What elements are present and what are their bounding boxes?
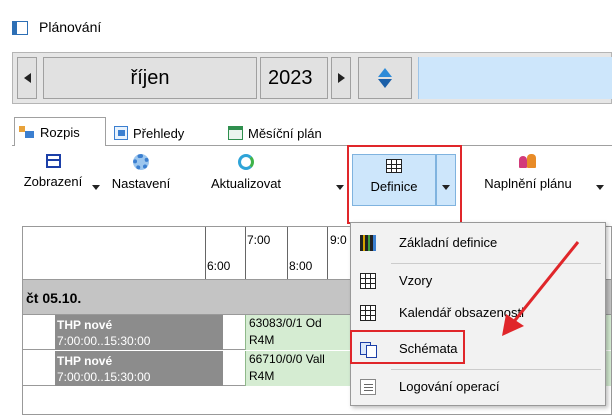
shift-cell[interactable]: THP nové 7:00:00..15:30:00 [55, 315, 223, 350]
shift-name: THP nové [57, 318, 113, 332]
highlight-box-schemata [350, 330, 465, 364]
tab-rozpis[interactable]: Rozpis [14, 117, 106, 147]
shift-time: 7:00:00..15:30:00 [57, 370, 151, 384]
tab-label: Rozpis [40, 124, 80, 140]
day-label: čt 05.10. [26, 290, 82, 306]
gear-icon [133, 154, 149, 170]
nastaveni-label: Nastavení [111, 176, 171, 191]
arrow-right-icon [337, 73, 345, 83]
log-icon [360, 379, 376, 395]
time-gridline [245, 227, 246, 279]
schedule-icon [19, 125, 35, 139]
overview-icon [114, 126, 128, 140]
zobrazeni-label: Zobrazení [23, 174, 83, 189]
nastaveni-button[interactable]: Nastavení [104, 154, 178, 206]
up-down-button[interactable] [358, 57, 412, 99]
naplneni-dropdown-caret[interactable] [596, 185, 604, 190]
naplneni-planu-button[interactable]: Naplnění plánu [472, 154, 584, 206]
time-label: 7:00 [247, 233, 271, 247]
highlight-box-definice [347, 145, 462, 224]
grid-icon [360, 305, 376, 321]
list-view-icon [45, 154, 61, 168]
shift-cell[interactable]: THP nové 7:00:00..15:30:00 [55, 351, 223, 386]
app-icon [12, 21, 28, 35]
time-gridline [327, 227, 328, 279]
up-down-arrows-icon [378, 68, 392, 88]
menu-item-logovani-operaci[interactable]: Logování operací [351, 371, 605, 403]
window-title: Plánování [39, 19, 102, 35]
tab-label: Měsíční plán [248, 125, 322, 141]
menu-item-label: Logování operací [399, 379, 500, 394]
next-month-button[interactable] [331, 57, 351, 99]
aktualizovat-label: Aktualizovat [210, 176, 282, 191]
tab-label: Přehledy [133, 125, 185, 141]
shift-time: 7:00:00..15:30:00 [57, 334, 151, 348]
annotation-arrow-icon [502, 241, 580, 336]
people-icon [518, 154, 538, 170]
aktualizovat-button[interactable]: Aktualizovat [194, 154, 298, 206]
arrow-left-icon [23, 73, 31, 83]
ribbon-toolbar: Zobrazení Nastavení Aktualizovat Definic… [12, 146, 612, 214]
tab-mesicni-plan[interactable]: Měsíční plán [224, 120, 360, 146]
shift-name: THP nové [57, 354, 113, 368]
month-display[interactable]: říjen [43, 57, 257, 99]
tab-strip: Rozpis Přehledy Měsíční plán [12, 116, 612, 147]
time-label: 9:0 [330, 233, 347, 247]
previous-month-button[interactable] [17, 57, 37, 99]
grid-icon [360, 273, 376, 289]
menu-item-label: Vzory [399, 273, 433, 288]
calendar-icon [228, 126, 243, 140]
zobrazeni-button[interactable]: Zobrazení [18, 154, 88, 206]
basic-definition-icon [360, 235, 376, 251]
refresh-icon [238, 154, 254, 170]
period-navigation-bar: říjen 2023 [12, 52, 612, 104]
time-gridline [287, 227, 288, 279]
year-display[interactable]: 2023 [260, 57, 328, 99]
menu-separator [391, 369, 601, 370]
time-label: 6:00 [207, 259, 231, 273]
tab-prehledy[interactable]: Přehledy [110, 120, 220, 146]
navigation-blank-area [418, 57, 612, 99]
naplneni-label: Naplnění plánu [484, 176, 572, 191]
aktualizovat-dropdown-caret[interactable] [336, 185, 344, 190]
time-label: 8:00 [289, 259, 313, 273]
time-gridline [205, 227, 206, 279]
zobrazeni-dropdown-caret[interactable] [92, 185, 100, 190]
menu-item-label: Základní definice [399, 235, 498, 250]
title-bar: Plánování [0, 0, 612, 44]
